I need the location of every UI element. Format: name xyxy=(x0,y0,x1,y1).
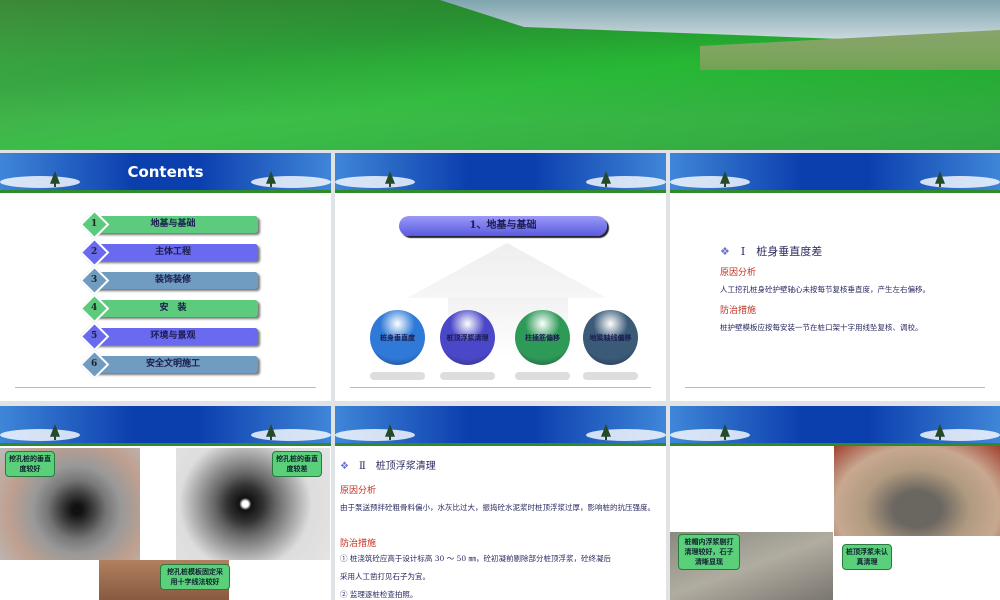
cause-title: 原因分析 xyxy=(720,268,757,278)
measure-1: ① 桩浇筑砼应高于设计标高 30 ～ 50 ㎜，砼初凝前剔除部分桩顶浮浆，砼终凝… xyxy=(340,554,612,563)
sphere-label: 地梁轴线偏移 xyxy=(589,333,632,342)
topic-sphere[interactable]: 地梁轴线偏移 xyxy=(583,310,638,365)
toc-number: 4 xyxy=(91,303,98,313)
toc-number: 2 xyxy=(91,247,98,257)
toc-item[interactable]: 5 环境与景观 xyxy=(79,321,258,352)
diamond-bullet-icon: ❖ xyxy=(720,245,741,258)
section-title-bar: 1、地基与基础 xyxy=(399,216,607,236)
toc-item[interactable]: 6 安全文明施工 xyxy=(79,349,258,380)
topic-sphere[interactable]: 柱插筋偏移 xyxy=(515,310,570,365)
callout: 桩帽内浮浆剔打清理较好，石子清晰显现 xyxy=(678,534,740,570)
toc-item[interactable]: 1 地基与基础 xyxy=(79,209,258,240)
measure-title: 防治措施 xyxy=(340,539,377,549)
toc-number: 3 xyxy=(91,275,98,285)
topic-sphere[interactable]: 桩身垂直度 xyxy=(370,310,425,365)
slide-header: Contents xyxy=(0,153,331,193)
slide-contents[interactable]: Contents 1 地基与基础 2 主体工程 3 装饰装修 4 安 装 5 环境与景观 6 安全文明… xyxy=(0,153,331,401)
toc-label: 安全文明施工 xyxy=(145,359,200,369)
toc-item[interactable]: 4 安 装 xyxy=(79,293,258,324)
sphere-shadow xyxy=(370,372,425,380)
heading: Ⅰ 桩身垂直度差 xyxy=(740,245,823,258)
slide-section[interactable]: 1、地基与基础 桩身垂直度 桩顶浮浆清理 柱插筋偏移 地梁轴线偏移 xyxy=(335,153,666,401)
callout: 桩顶浮浆未认真清理 xyxy=(842,544,892,570)
cause-text: 人工挖孔桩身砼护壁轴心未按每节复核垂直度，产生左右偏移。 xyxy=(720,285,930,294)
toc-number: 6 xyxy=(91,359,98,369)
slide-header xyxy=(670,153,1000,193)
slide-header xyxy=(0,406,331,446)
measure-text: 桩护壁模板应按每安装一节在桩口架十字用线坠复核、调校。 xyxy=(720,323,923,332)
sphere-shadow xyxy=(440,372,495,380)
sphere-label: 桩身垂直度 xyxy=(380,333,415,342)
diamond-bullet-icon: ❖ xyxy=(340,461,359,472)
slide-pile-top-cleaning[interactable]: ❖ Ⅱ 桩顶浮浆清理 原因分析 由于泵送预拌砼粗骨料偏小，水灰比过大，振捣砼水泥… xyxy=(335,406,666,600)
slide-pile-photos[interactable]: 挖孔桩的垂直度较好 挖孔桩的垂直度较差 挖孔桩模板固定采用十字线法较好 xyxy=(0,406,331,600)
cause-text: 由于泵送预拌砼粗骨料偏小，水灰比过大，振捣砼水泥浆时桩顶浮浆过厚，影响桩的抗压强… xyxy=(340,503,655,512)
contents-title: Contents xyxy=(127,163,204,181)
sphere-label: 柱插筋偏移 xyxy=(525,333,560,342)
toc-label: 环境与景观 xyxy=(150,331,196,341)
cause-title: 原因分析 xyxy=(340,486,377,496)
measure-title: 防治措施 xyxy=(720,306,757,316)
toc-label: 主体工程 xyxy=(154,247,191,257)
pile-cap-photo-unclean xyxy=(834,446,1000,536)
slide-verticality[interactable]: ❖ Ⅰ 桩身垂直度差 原因分析 人工挖孔桩身砼护壁轴心未按每节复核垂直度，产生左… xyxy=(670,153,1000,401)
callout: 挖孔桩的垂直度较好 xyxy=(5,451,55,477)
slide-header xyxy=(670,406,1000,446)
callout: 挖孔桩模板固定采用十字线法较好 xyxy=(160,564,230,590)
toc-label: 装饰装修 xyxy=(154,275,191,285)
sphere-shadow xyxy=(515,372,570,380)
toc-number: 1 xyxy=(91,219,98,229)
toc-label: 地基与基础 xyxy=(150,219,196,229)
measure-2: ② 监理逐桩检查拍照。 xyxy=(340,590,418,599)
toc-number: 5 xyxy=(91,331,98,341)
topic-sphere[interactable]: 桩顶浮浆清理 xyxy=(440,310,495,365)
callout: 挖孔桩的垂直度较差 xyxy=(272,451,322,477)
heading: Ⅱ 桩顶浮浆清理 xyxy=(358,461,436,472)
toc-label: 安 装 xyxy=(159,303,187,313)
slide-header xyxy=(335,153,666,193)
grass-field-banner xyxy=(0,0,1000,150)
slide-pile-cap-photos[interactable]: 桩帽内浮浆剔打清理较好，石子清晰显现 桩顶浮浆未认真清理 xyxy=(670,406,1000,600)
toc-item[interactable]: 2 主体工程 xyxy=(79,237,258,268)
sphere-label: 桩顶浮浆清理 xyxy=(446,333,489,342)
slide-header xyxy=(335,406,666,446)
toc-item[interactable]: 3 装饰装修 xyxy=(79,265,258,296)
sphere-shadow xyxy=(583,372,638,380)
measure-1-cont: 采用人工凿打见石子为宜。 xyxy=(340,572,430,581)
up-arrow-graphic xyxy=(407,243,607,298)
